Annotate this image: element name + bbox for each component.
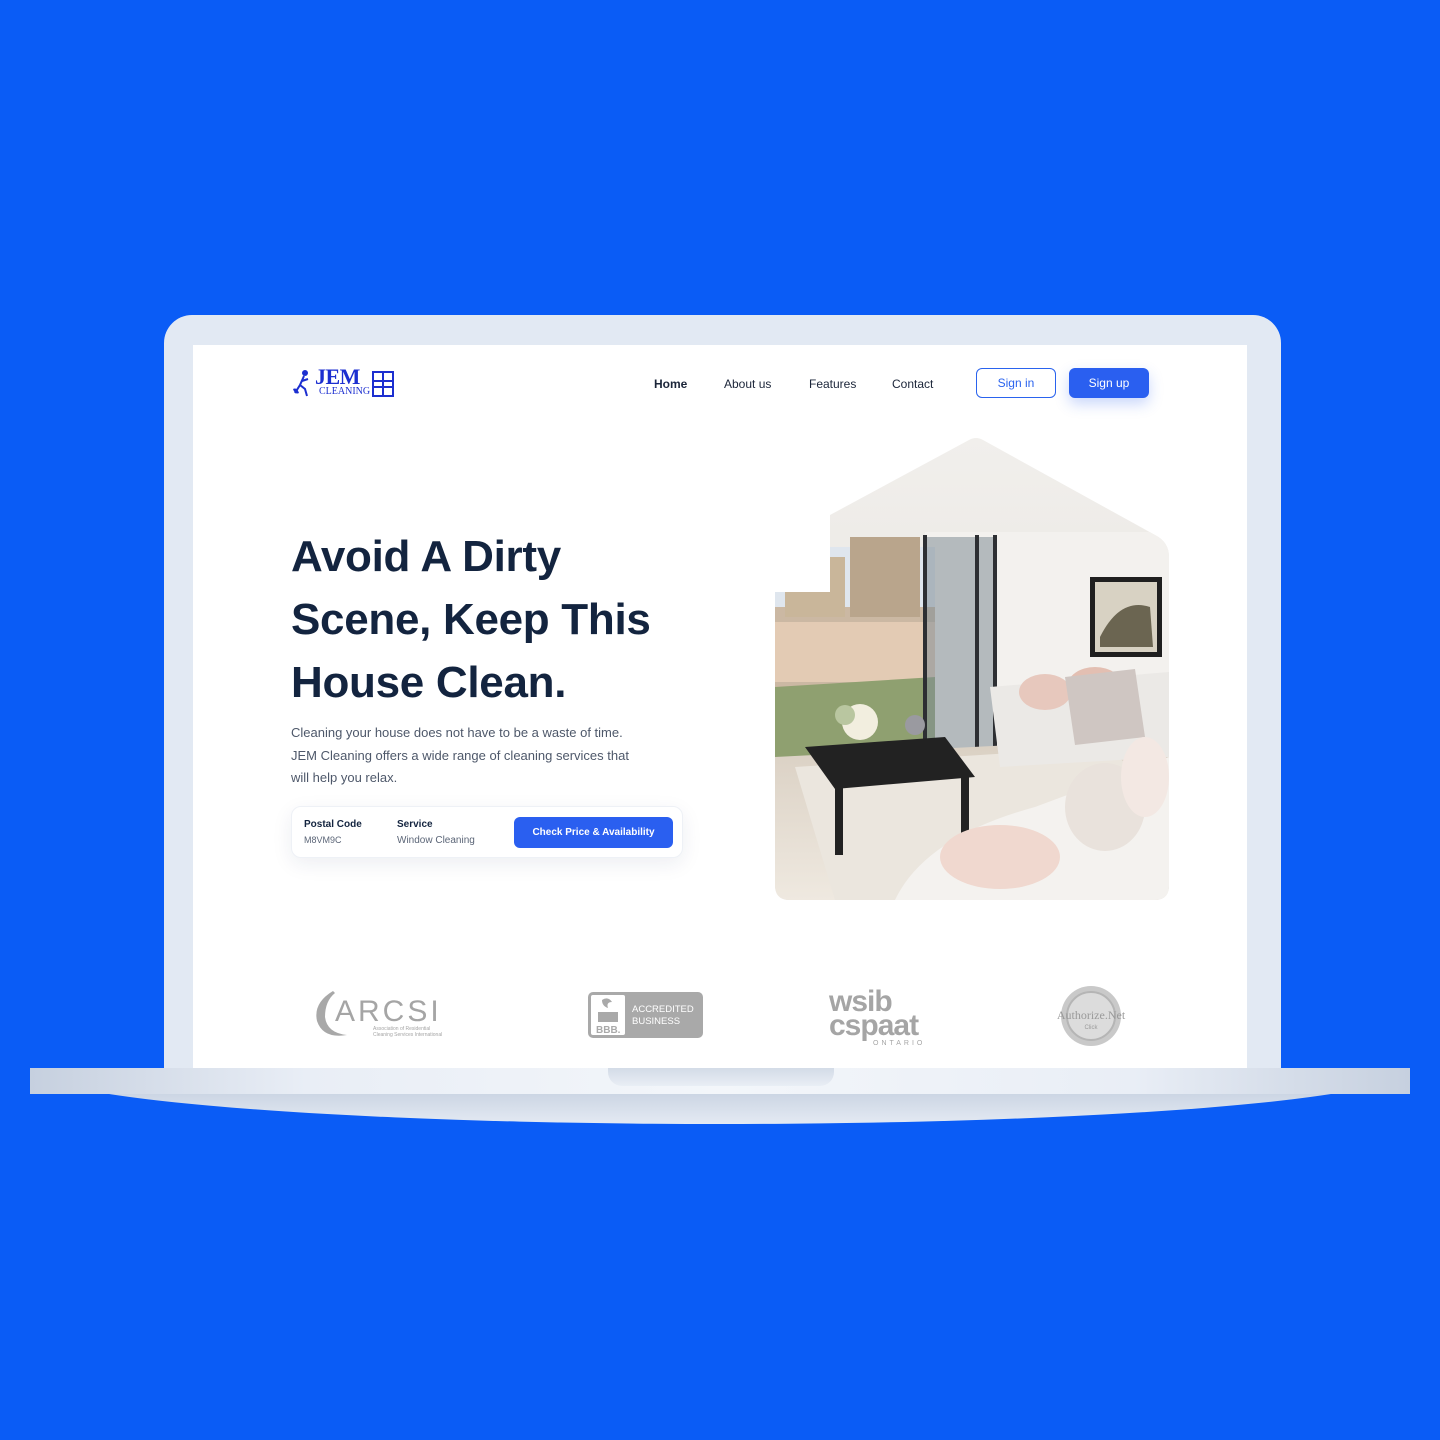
bbb-accredited-logo[interactable]: BBB. ACCREDITED BUSINESS <box>588 992 703 1038</box>
bbb-mark: BBB. <box>596 1025 621 1036</box>
arcsi-name: ARCSI <box>335 995 442 1028</box>
cleaner-figure-icon <box>293 370 309 397</box>
hero-title-line-1: Avoid A Dirty <box>291 532 561 581</box>
bbb-line2: BUSINESS <box>632 1016 680 1027</box>
laptop-notch <box>608 1068 834 1086</box>
arcsi-logo[interactable]: ARCSI Association of Residential Cleanin… <box>313 985 463 1041</box>
authorize-name: Authorize.Net <box>1057 1008 1126 1022</box>
living-room-image <box>775 438 1169 900</box>
nav-home[interactable]: Home <box>654 377 687 391</box>
hero-title-line-3: House Clean. <box>291 658 567 707</box>
check-price-button[interactable]: Check Price & Availability <box>514 817 673 848</box>
nav-contact[interactable]: Contact <box>892 377 933 391</box>
nav-about[interactable]: About us <box>724 377 771 391</box>
sign-up-button[interactable]: Sign up <box>1069 368 1149 398</box>
service-value: Window Cleaning <box>397 835 475 846</box>
service-label: Service <box>397 819 433 830</box>
browser-screen: JEM CLEANING Home About us Features Cont… <box>193 345 1247 1068</box>
brand-wordmark: JEM CLEANING <box>315 364 371 397</box>
window-icon <box>372 371 395 397</box>
brand-sub: CLEANING <box>319 386 371 397</box>
sign-in-button[interactable]: Sign in <box>976 368 1056 398</box>
hero-title: Avoid A Dirty Scene, Keep This House Cle… <box>291 525 731 714</box>
bbb-line1: ACCREDITED <box>632 1004 694 1015</box>
brand-name: JEM <box>315 364 360 389</box>
hero-title-line-2: Scene, Keep This <box>291 595 651 644</box>
hero-description: Cleaning your house does not have to be … <box>291 725 629 785</box>
postal-code-value: M8VM9C <box>304 835 342 845</box>
wsib-line3: ONTARIO <box>873 1040 925 1047</box>
booking-form: Postal Code M8VM9C Service Window Cleani… <box>291 806 683 858</box>
postal-code-label: Postal Code <box>304 819 362 830</box>
wsib-line2: cspaat <box>829 1009 919 1042</box>
brand-logo[interactable]: JEM CLEANING <box>291 364 395 397</box>
arcsi-sub2: Cleaning Services International <box>373 1032 442 1038</box>
wsib-logo[interactable]: wsib cspaat ONTARIO <box>827 985 937 1047</box>
nav-features[interactable]: Features <box>809 377 856 391</box>
authorize-sub: Click <box>1085 1025 1099 1031</box>
authorize-net-seal[interactable]: Authorize.Net Click <box>1051 982 1131 1050</box>
